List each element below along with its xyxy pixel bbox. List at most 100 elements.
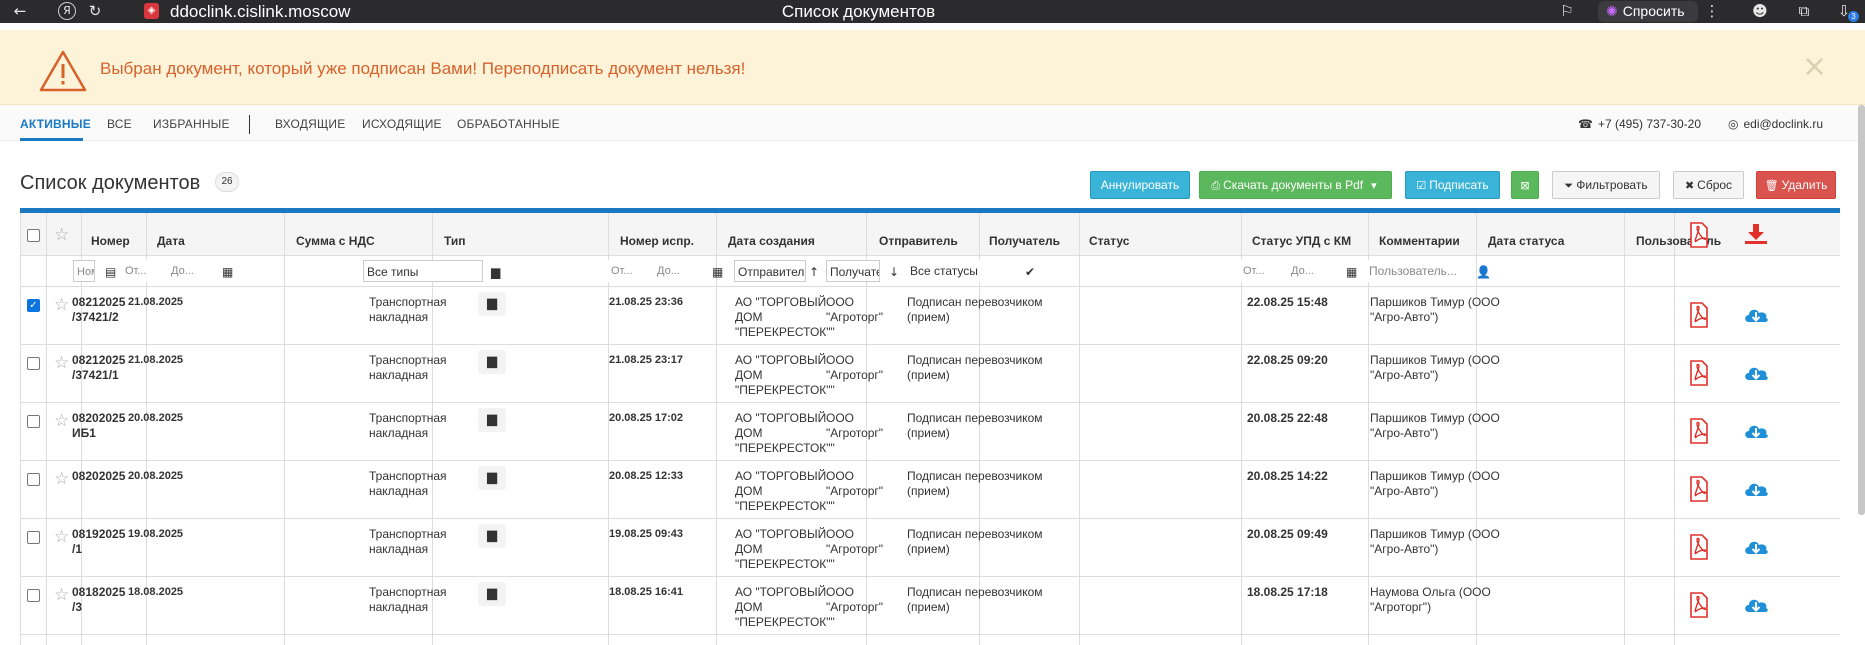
cloud-download-icon[interactable] (1743, 593, 1769, 615)
email-contact[interactable]: ◎ edi@doclink.ru (1728, 117, 1823, 131)
row-checkbox[interactable] (27, 589, 40, 602)
folder-icon[interactable]: ▆ (478, 292, 506, 316)
tab-active[interactable]: АКТИВНЫЕ (20, 117, 91, 131)
calculator-icon[interactable]: ▤ (105, 265, 116, 279)
star-icon[interactable]: ☆ (54, 227, 69, 244)
star-icon[interactable]: ☆ (54, 297, 69, 314)
table-row[interactable]: ☆ 08202025 ИБ1 20.08.2025 Транспортная наклад… (21, 402, 1840, 460)
col-sum-vat[interactable]: Сумма с НДС (296, 234, 375, 248)
user-filter-input[interactable]: Пользователь... (1366, 260, 1471, 282)
tab-all[interactable]: ВСЕ (107, 117, 132, 131)
pdf-icon[interactable] (1689, 302, 1709, 328)
more-icon[interactable]: ⋮ (1702, 1, 1722, 21)
created-to-input[interactable]: До... (654, 260, 694, 282)
star-icon[interactable]: ☆ (54, 355, 69, 372)
status-filter-select[interactable]: Все статусы (907, 260, 1019, 282)
phone-contact[interactable]: ☎ +7 (495) 737-30-20 (1578, 117, 1701, 131)
table-row[interactable]: ☆ 08192025/1 19.08.2025 Транспортная накладн… (21, 518, 1840, 576)
star-icon[interactable]: ☆ (54, 587, 69, 604)
checkmark-icon[interactable]: ✔ (1025, 265, 1035, 279)
delete-button[interactable]: 🗑 Удалить (1756, 171, 1836, 199)
filter-button[interactable]: ⏷ Фильтровать (1552, 171, 1660, 199)
row-checkbox[interactable] (27, 531, 40, 544)
folder-icon[interactable]: ▆ (491, 265, 500, 279)
ask-button[interactable]: ✺ Спросить (1598, 1, 1698, 22)
row-checkbox[interactable] (27, 357, 40, 370)
star-icon[interactable]: ☆ (54, 413, 69, 430)
col-date[interactable]: Дата (157, 234, 185, 248)
type-filter-select[interactable]: Все типы (363, 260, 483, 282)
sign-button[interactable]: ☑ Подписать (1405, 171, 1500, 199)
star-icon[interactable]: ☆ (54, 529, 69, 546)
calendar-icon[interactable]: ▦ (222, 265, 233, 279)
folder-icon[interactable]: ▆ (478, 524, 506, 548)
sort-down-icon[interactable]: ↓ (889, 265, 899, 279)
calendar-icon[interactable]: ▦ (1346, 265, 1357, 279)
pdf-icon[interactable] (1689, 592, 1709, 618)
pdf-icon[interactable] (1689, 534, 1709, 560)
table-row[interactable]: ☆ 08202025 20.08.2025 Транспортная накладная… (21, 460, 1840, 518)
cell-line: накладная (369, 310, 429, 324)
sender-filter-input[interactable]: Отправитель (734, 260, 806, 282)
col-comments[interactable]: Комментарии (1379, 234, 1460, 248)
cell-line: 08202025 (72, 469, 126, 483)
star-icon[interactable]: ☆ (54, 471, 69, 488)
tab-processed[interactable]: ОБРАБОТАННЫЕ (457, 117, 560, 131)
bookmark-icon[interactable]: ⚐ (1557, 1, 1577, 21)
calendar-icon[interactable]: ▦ (712, 265, 723, 279)
cloud-download-icon[interactable] (1743, 303, 1769, 325)
select-all-checkbox[interactable] (27, 229, 40, 242)
col-sender[interactable]: Отправитель (879, 234, 958, 248)
col-upd-status[interactable]: Статус УПД с КМ (1252, 234, 1351, 248)
table-row[interactable]: ☆ 08182025/3 18.08.2025 Транспортная накладн… (21, 576, 1840, 634)
col-status-date[interactable]: Дата статуса (1488, 234, 1564, 248)
user-icon[interactable]: 👤 (1476, 265, 1491, 279)
pdf-icon[interactable] (1689, 476, 1709, 502)
row-checkbox[interactable] (27, 415, 40, 428)
pdf-header-icon[interactable] (1689, 222, 1709, 248)
ai-icon: ✺ (1606, 4, 1618, 20)
tab-outgoing[interactable]: ИСХОДЯЩИЕ (362, 117, 442, 131)
created-from-input[interactable]: От... (608, 260, 648, 282)
download-pdf-button[interactable]: ⎙ Скачать документы в Pdf ▾ (1199, 171, 1392, 199)
download-header-icon[interactable] (1743, 223, 1769, 245)
row-checkbox[interactable] (27, 473, 40, 486)
cell-line: "ПЕРЕКРЕСТОК"" (735, 615, 835, 629)
tab-incoming[interactable]: ВХОДЯЩИЕ (275, 117, 345, 131)
profile-icon[interactable]: ☻ (1750, 1, 1770, 21)
date-from-input[interactable]: От... (122, 260, 162, 282)
tab-favorites[interactable]: ИЗБРАННЫЕ (153, 117, 230, 131)
reset-button[interactable]: ✖ Сброс (1673, 171, 1744, 199)
excel-export-button[interactable]: ⊠ (1511, 171, 1539, 199)
col-receiver[interactable]: Получатель (989, 234, 1060, 248)
status-date-to-input[interactable]: До... (1288, 260, 1328, 282)
cloud-download-icon[interactable] (1743, 361, 1769, 383)
folder-icon[interactable]: ▆ (478, 408, 506, 432)
cloud-download-icon[interactable] (1743, 419, 1769, 441)
col-fix-number[interactable]: Номер испр. (620, 234, 694, 248)
folder-icon[interactable]: ▆ (478, 350, 506, 374)
folder-icon[interactable]: ▆ (478, 466, 506, 490)
table-row[interactable]: ☆ 08212025/37421/1 21.08.2025 Транспортная н… (21, 344, 1840, 402)
cloud-download-icon[interactable] (1743, 477, 1769, 499)
pdf-icon[interactable] (1689, 360, 1709, 386)
receiver-filter-input[interactable]: Получатель (826, 260, 880, 282)
close-icon[interactable]: × (1802, 52, 1827, 82)
col-number[interactable]: Номер (91, 234, 130, 248)
status-date-from-input[interactable]: От... (1240, 260, 1280, 282)
col-created[interactable]: Дата создания (728, 234, 815, 248)
cloud-download-icon[interactable] (1743, 535, 1769, 557)
col-status[interactable]: Статус (1089, 234, 1129, 248)
number-filter-input[interactable]: Ном (73, 260, 95, 282)
sort-up-icon[interactable]: ↑ (809, 265, 819, 279)
date-to-input[interactable]: До... (168, 260, 208, 282)
page-scrollbar[interactable] (1858, 105, 1865, 515)
pdf-icon[interactable] (1689, 418, 1709, 444)
folder-icon[interactable]: ▆ (478, 582, 506, 606)
col-type[interactable]: Тип (444, 234, 466, 248)
sign-label: Подписать (1429, 178, 1489, 192)
table-row[interactable]: ✓ ☆ 08212025/37421/2 21.08.2025 Транспортная… (21, 286, 1840, 344)
annul-button[interactable]: Аннулировать (1090, 171, 1190, 199)
extensions-icon[interactable]: ⧉ (1794, 1, 1814, 21)
row-checkbox[interactable]: ✓ (27, 299, 40, 312)
